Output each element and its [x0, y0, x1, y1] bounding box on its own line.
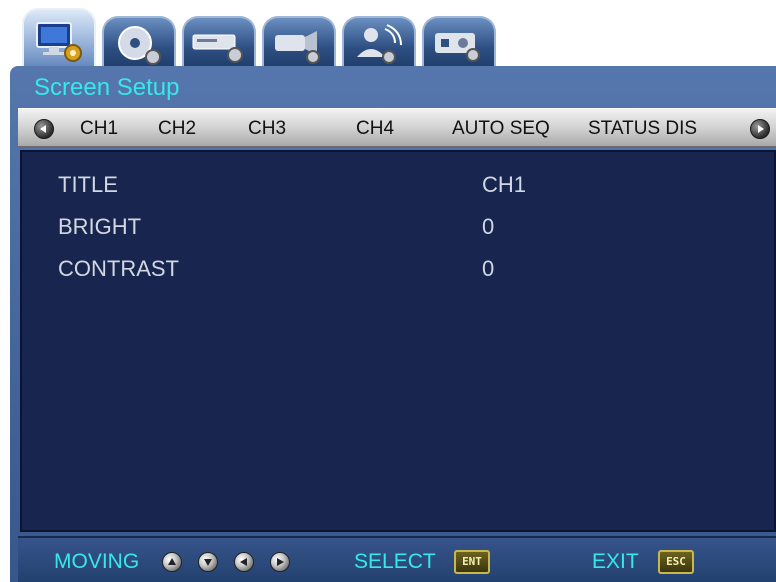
tab-ch2[interactable]: CH2 [158, 118, 196, 140]
tab-ch1[interactable]: CH1 [80, 118, 118, 140]
ent-key-icon[interactable]: ENT [454, 550, 490, 574]
settings-window: Screen Setup CH1 CH2 CH3 CH4 AUTO SEQ ST… [10, 66, 776, 582]
bright-value[interactable]: 0 [482, 214, 494, 240]
scroll-right-icon[interactable] [750, 119, 770, 139]
tab-recorder[interactable] [182, 16, 256, 72]
tab-ch4[interactable]: CH4 [356, 118, 394, 140]
tab-system[interactable] [422, 16, 496, 72]
esc-key-icon[interactable]: ESC [658, 550, 694, 574]
bright-label: BRIGHT [58, 214, 142, 239]
arrow-right-icon [270, 552, 290, 572]
camera-settings-icon [275, 31, 320, 64]
arrow-left-icon [234, 552, 254, 572]
tab-disc[interactable] [102, 16, 176, 72]
user-network-settings-icon [357, 24, 402, 64]
tab-status-display[interactable]: STATUS DIS [588, 118, 697, 140]
tab-screen-setup[interactable] [22, 8, 96, 72]
tab-auto-seq[interactable]: AUTO SEQ [452, 118, 550, 140]
menu-tabs [22, 6, 522, 72]
channel-tab-bar: CH1 CH2 CH3 CH4 AUTO SEQ STATUS DIS [18, 108, 776, 148]
scroll-left-icon[interactable] [34, 119, 54, 139]
exit-label: EXIT [592, 550, 639, 573]
settings-panel: TITLE CH1 BRIGHT 0 CONTRAST 0 [20, 150, 776, 532]
system-settings-icon [435, 33, 480, 62]
disc-settings-icon [118, 26, 161, 65]
recorder-settings-icon [192, 34, 243, 63]
contrast-value[interactable]: 0 [482, 256, 494, 282]
tab-user-network[interactable] [342, 16, 416, 72]
moving-label: MOVING [54, 550, 140, 573]
arrow-down-icon [198, 552, 218, 572]
monitor-settings-icon [36, 22, 82, 62]
page-title: Screen Setup [34, 74, 180, 101]
title-value[interactable]: CH1 [482, 172, 526, 198]
tab-ch3[interactable]: CH3 [248, 118, 286, 140]
arrow-up-icon [162, 552, 182, 572]
title-label: TITLE [58, 172, 118, 197]
tab-camera[interactable] [262, 16, 336, 72]
select-label: SELECT [354, 550, 436, 573]
contrast-label: CONTRAST [58, 256, 179, 281]
footer-hint-bar: MOVING SELECT ENT EXIT ESC [18, 536, 776, 582]
